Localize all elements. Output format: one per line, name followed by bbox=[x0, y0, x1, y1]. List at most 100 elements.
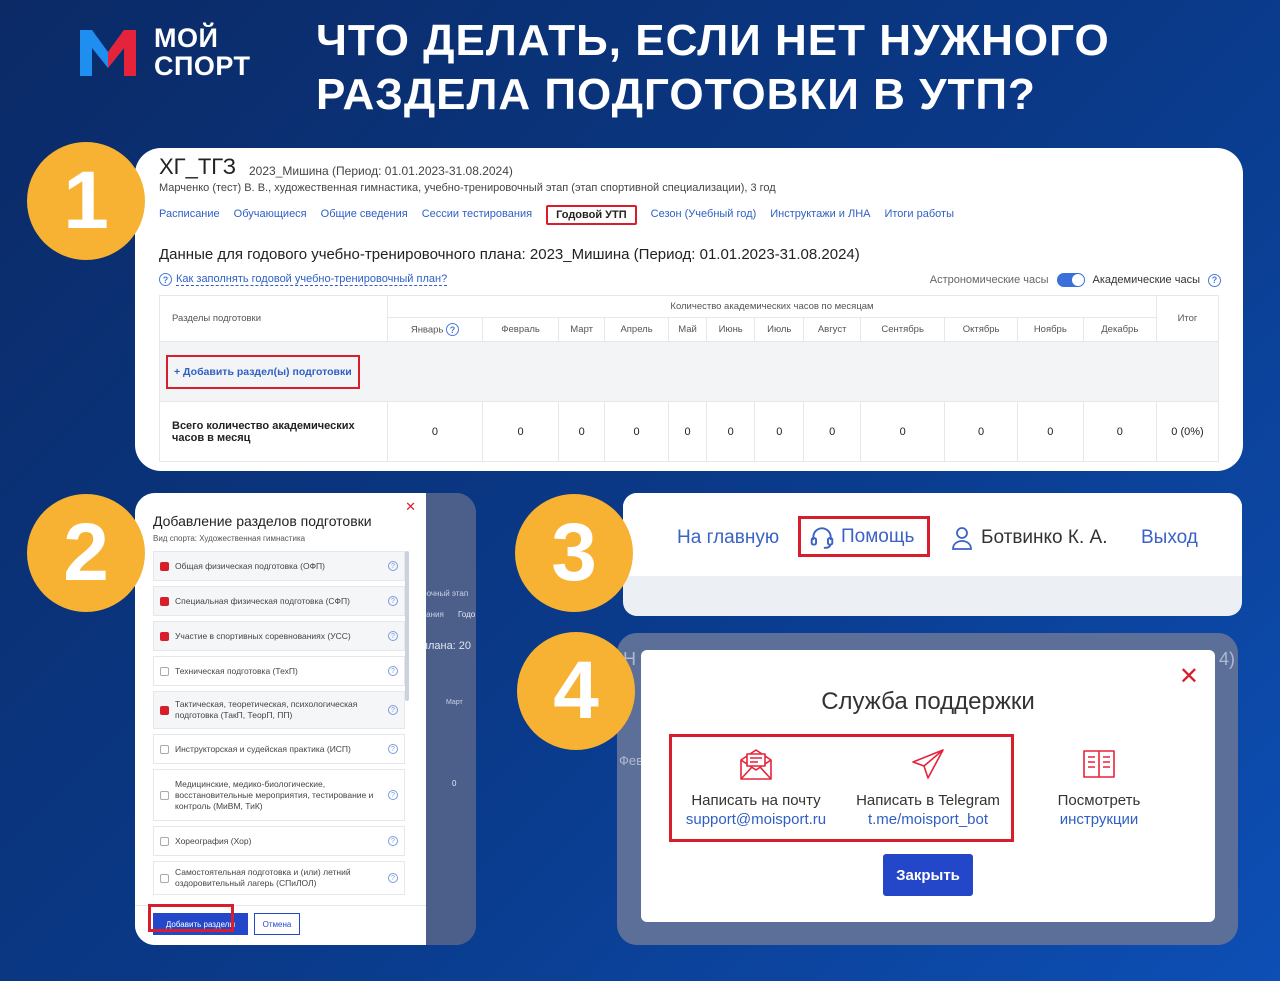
hours-toggle-row: Астрономические часы Академические часы … bbox=[930, 273, 1221, 287]
question-icon[interactable]: ? bbox=[1208, 273, 1221, 287]
month-header: Февраль bbox=[481, 317, 560, 342]
checkbox-checked[interactable] bbox=[160, 596, 169, 606]
highlight-frame bbox=[148, 904, 234, 932]
checkbox-checked[interactable] bbox=[160, 561, 169, 571]
hours-toggle[interactable] bbox=[1056, 273, 1085, 287]
question-icon[interactable]: ? bbox=[388, 705, 398, 715]
tab-season[interactable]: Сезон (Учебный год) bbox=[651, 208, 757, 225]
nav-home-link[interactable]: На главную bbox=[677, 527, 779, 549]
section-option[interactable]: Общая физическая подготовка (ОФП) ? bbox=[153, 551, 405, 581]
close-button[interactable]: Закрыть bbox=[883, 854, 973, 896]
help-button[interactable]: Помощь bbox=[798, 516, 930, 557]
help-link-text[interactable]: Как заполнять годовой учебно-тренировочн… bbox=[176, 273, 448, 286]
question-icon[interactable]: ? bbox=[388, 836, 398, 846]
month-header: Июнь bbox=[705, 317, 756, 342]
tab-schedule[interactable]: Расписание bbox=[159, 208, 220, 225]
bg-text: бочный этап bbox=[422, 589, 469, 598]
bg-text: плана: 20 bbox=[422, 640, 472, 652]
contact-email-label: Написать на почту bbox=[691, 792, 821, 809]
contact-docs-link[interactable]: инструкции bbox=[1015, 811, 1183, 828]
scrollbar[interactable] bbox=[405, 551, 409, 701]
month-header: Сентябрь bbox=[860, 317, 946, 342]
panel-top-nav: На главную Помощь Ботвинко К. А. Выход bbox=[623, 493, 1242, 616]
contact-email[interactable]: Написать на почту support@moisport.ru bbox=[672, 746, 840, 828]
contact-docs-label: Посмотреть bbox=[1057, 792, 1141, 809]
bg-text: 0 bbox=[452, 779, 457, 788]
question-icon[interactable]: ? bbox=[388, 790, 398, 800]
month-total: 0 bbox=[668, 401, 707, 462]
tab-briefings[interactable]: Инструктажи и ЛНА bbox=[770, 208, 870, 225]
step-4-badge: 4 bbox=[517, 632, 635, 750]
tab-students[interactable]: Обучающиеся bbox=[234, 208, 307, 225]
month-total: 0 bbox=[1082, 401, 1158, 462]
question-icon[interactable]: ? bbox=[388, 596, 398, 606]
close-icon[interactable]: ✕ bbox=[1179, 662, 1199, 691]
month-header: Октябрь bbox=[944, 317, 1019, 342]
plan-heading: Данные для годового учебно-тренировочног… bbox=[159, 246, 860, 263]
toggle-astronomic-label: Астрономические часы bbox=[929, 274, 1049, 286]
month-total: 0 bbox=[803, 401, 862, 462]
checkbox[interactable] bbox=[160, 666, 169, 676]
tab-general[interactable]: Общие сведения bbox=[321, 208, 408, 225]
help-link[interactable]: ? Как заполнять годовой учебно-тренирово… bbox=[159, 273, 448, 286]
section-option[interactable]: Специальная физическая подготовка (СФП) … bbox=[153, 586, 405, 616]
tab-testing[interactable]: Сессии тестирования bbox=[422, 208, 532, 225]
question-icon[interactable]: ? bbox=[388, 561, 398, 571]
checkbox[interactable] bbox=[160, 790, 169, 800]
background-page: бочный этап вания Годо плана: 20 Март 0 bbox=[422, 493, 476, 945]
question-icon[interactable]: ? bbox=[388, 744, 398, 754]
step-3-badge: 3 bbox=[515, 494, 633, 612]
user-menu[interactable]: Ботвинко К. А. bbox=[951, 526, 1107, 550]
section-option[interactable]: Инструкторская и судейская практика (ИСП… bbox=[153, 734, 405, 764]
section-option[interactable]: Самостоятельная подготовка и (или) летни… bbox=[153, 861, 405, 895]
checkbox-checked[interactable] bbox=[160, 631, 169, 641]
question-icon[interactable]: ? bbox=[446, 323, 460, 336]
dialog-title: Добавление разделов подготовки bbox=[153, 513, 372, 529]
month-header: Август bbox=[803, 317, 862, 342]
support-title: Служба поддержки bbox=[821, 688, 1035, 715]
contact-telegram[interactable]: Написать в Telegram t.me/moisport_bot bbox=[844, 746, 1012, 828]
contact-telegram-link[interactable]: t.me/moisport_bot bbox=[844, 811, 1012, 828]
question-icon[interactable]: ? bbox=[388, 666, 398, 676]
panel-support-dialog: Н 4) Фев ✕ Служба поддержки Написать на … bbox=[617, 633, 1238, 945]
checkbox[interactable] bbox=[160, 873, 169, 883]
month-total: 0 bbox=[387, 401, 483, 462]
checkbox[interactable] bbox=[160, 744, 169, 754]
tab-annual-plan[interactable]: Годовой УТП bbox=[546, 205, 637, 225]
moisport-m-icon bbox=[78, 26, 138, 78]
section-option[interactable]: Участие в спортивных соревнованиях (УСС)… bbox=[153, 621, 405, 651]
section-option[interactable]: Тактическая, теоретическая, психологичес… bbox=[153, 691, 405, 729]
cancel-button[interactable]: Отмена bbox=[254, 913, 300, 935]
brand-line1: МОЙ bbox=[154, 23, 219, 53]
headset-icon bbox=[810, 526, 834, 549]
month-total: 0 bbox=[944, 401, 1019, 462]
contact-email-link[interactable]: support@moisport.ru bbox=[672, 811, 840, 828]
contact-telegram-label: Написать в Telegram bbox=[856, 792, 1000, 809]
panel-annual-plan: ХГ_ТГЗ 2023_Мишина (Период: 01.01.2023-3… bbox=[135, 148, 1243, 471]
month-total: 0 bbox=[754, 401, 805, 462]
section-option[interactable]: Техническая подготовка (ТехП) ? bbox=[153, 656, 405, 686]
question-icon[interactable]: ? bbox=[388, 631, 398, 641]
section-option[interactable]: Хореография (Хор) ? bbox=[153, 826, 405, 856]
question-icon[interactable]: ? bbox=[388, 873, 398, 883]
checkbox-checked[interactable] bbox=[160, 705, 169, 715]
logout-link[interactable]: Выход bbox=[1141, 527, 1198, 549]
month-header: Ноябрь bbox=[1017, 317, 1084, 342]
checkbox[interactable] bbox=[160, 836, 169, 846]
contact-docs[interactable]: Посмотреть инструкции bbox=[1015, 746, 1183, 828]
bg-text: Март bbox=[446, 699, 463, 706]
group-period: 2023_Мишина (Период: 01.01.2023-31.08.20… bbox=[249, 164, 513, 178]
tab-results[interactable]: Итоги работы bbox=[884, 208, 954, 225]
envelope-icon bbox=[740, 749, 772, 780]
close-icon[interactable]: ✕ bbox=[405, 499, 416, 515]
user-name: Ботвинко К. А. bbox=[981, 527, 1108, 548]
add-section-button[interactable]: + Добавить раздел(ы) подготовки bbox=[166, 354, 360, 389]
month-header: Январь ? bbox=[387, 317, 483, 342]
month-header: Июль bbox=[754, 317, 805, 342]
tab-bar: Расписание Обучающиеся Общие сведения Се… bbox=[159, 205, 954, 225]
month-total: 0 bbox=[604, 401, 670, 462]
section-option[interactable]: Медицинские, медико-биологические, восст… bbox=[153, 769, 405, 821]
month-header: Декабрь bbox=[1082, 317, 1158, 342]
book-icon bbox=[1083, 750, 1115, 778]
question-icon: ? bbox=[159, 273, 172, 286]
